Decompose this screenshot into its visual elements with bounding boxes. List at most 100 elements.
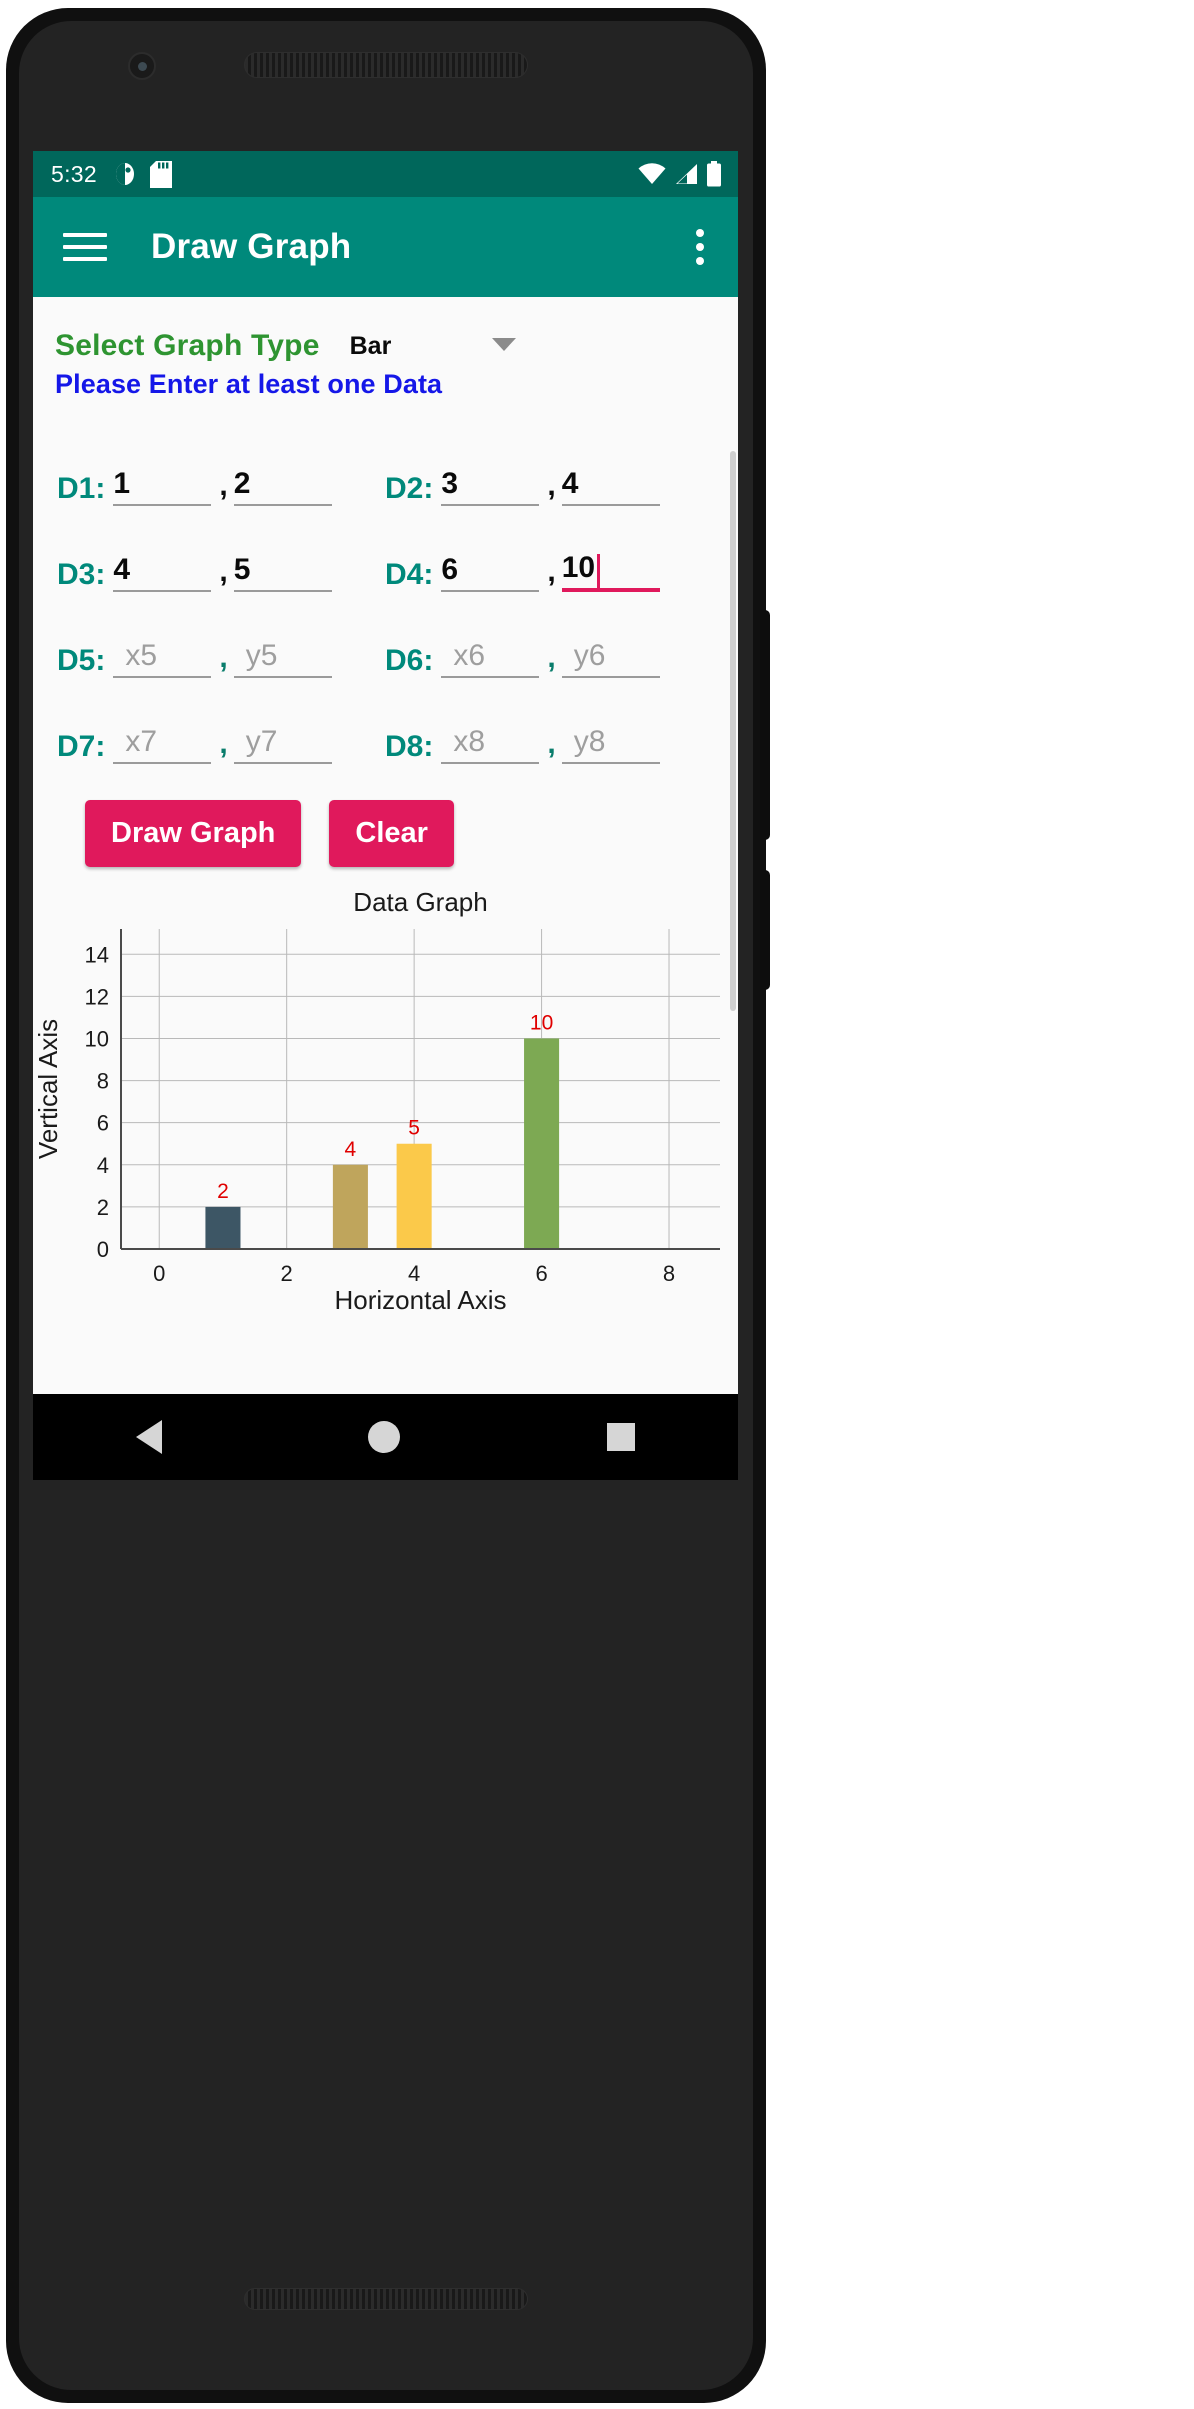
chevron-down-icon <box>491 337 516 351</box>
back-triangle-icon[interactable] <box>136 1420 163 1454</box>
svg-text:10: 10 <box>530 1011 553 1034</box>
input-d8-x-placeholder: x8 <box>453 725 486 758</box>
app-bar: Draw Graph <box>33 197 738 297</box>
validation-hint: Please Enter at least one Data <box>55 369 443 399</box>
input-d8-y[interactable]: y8 <box>561 724 660 764</box>
input-d7-x-placeholder: x7 <box>125 725 158 758</box>
system-navigation-bar <box>33 1394 738 1480</box>
data-pair-d6: D6: x6 , y6 <box>385 638 713 678</box>
data-pair-d1: D1: 1 , 2 <box>57 466 385 506</box>
data-pair-d4: D4: 6 , 10 <box>385 551 713 592</box>
phone-power-button <box>760 870 770 990</box>
svg-text:12: 12 <box>85 984 109 1009</box>
input-d5-y-placeholder: y5 <box>245 639 278 672</box>
input-d1-x[interactable]: 1 <box>113 466 212 506</box>
wifi-icon <box>638 163 666 185</box>
status-bar-system-icons <box>638 161 722 187</box>
input-d4-x[interactable]: 6 <box>441 552 540 592</box>
graph-type-spinner[interactable]: Bar <box>350 332 530 361</box>
separator-comma: , <box>219 555 228 588</box>
graph-type-selected-value: Bar <box>349 331 392 360</box>
front-camera <box>128 52 156 80</box>
graph-type-label: Select Graph Type <box>55 329 320 362</box>
data-label-d5: D5: <box>57 644 106 677</box>
input-d2-x[interactable]: 3 <box>441 466 540 506</box>
status-bar-clock: 5:32 <box>51 160 97 187</box>
data-entry-grid: D1: 1 , 2 D2: 3 , 4 D3: 4 , 5 D4: 6 , 10… <box>33 400 738 764</box>
input-d6-y[interactable]: y6 <box>561 638 660 678</box>
input-d2-x-value: 3 <box>441 467 459 500</box>
svg-text:8: 8 <box>97 1069 109 1094</box>
draw-graph-button[interactable]: Draw Graph <box>85 800 302 867</box>
data-pair-d3: D3: 4 , 5 <box>57 552 385 592</box>
svg-text:5: 5 <box>408 1117 420 1140</box>
hamburger-menu-icon[interactable] <box>63 230 107 264</box>
svg-text:2: 2 <box>217 1180 229 1203</box>
input-d5-x-placeholder: x5 <box>125 639 158 672</box>
input-d6-y-placeholder: y6 <box>573 639 606 672</box>
input-d8-y-placeholder: y8 <box>573 725 606 758</box>
input-d5-y[interactable]: y5 <box>233 638 332 678</box>
data-pair-d5: D5: x5 , y5 <box>57 638 385 678</box>
svg-text:4: 4 <box>345 1138 357 1161</box>
data-row: D3: 4 , 5 D4: 6 , 10 <box>33 506 738 592</box>
svg-text:0: 0 <box>153 1261 165 1286</box>
sd-card-icon <box>149 160 172 188</box>
clear-button[interactable]: Clear <box>329 800 454 867</box>
overflow-menu-icon[interactable] <box>684 225 716 269</box>
main-content: Select Graph Type Bar Please Enter at le… <box>33 297 738 1321</box>
svg-text:4: 4 <box>408 1261 420 1286</box>
input-d6-x-placeholder: x6 <box>453 639 486 672</box>
separator-comma: , <box>219 727 228 760</box>
data-label-d2: D2: <box>385 472 434 505</box>
earpiece-speaker <box>244 52 528 78</box>
separator-comma: , <box>219 469 228 502</box>
chart-title: Data Graph <box>353 887 487 917</box>
data-label-d1: D1: <box>57 472 106 505</box>
page-scrollbar[interactable] <box>730 451 736 1011</box>
input-d3-x-value: 4 <box>113 553 131 586</box>
separator-comma: , <box>547 555 556 588</box>
input-d6-x[interactable]: x6 <box>441 638 540 678</box>
input-d1-y-value: 2 <box>233 467 251 500</box>
svg-text:10: 10 <box>85 1026 109 1051</box>
input-d5-x[interactable]: x5 <box>113 638 212 678</box>
svg-text:6: 6 <box>97 1111 109 1136</box>
data-pair-d2: D2: 3 , 4 <box>385 466 713 506</box>
recents-square-icon[interactable] <box>606 1423 635 1451</box>
svg-text:2: 2 <box>97 1195 109 1220</box>
separator-comma: , <box>219 641 228 674</box>
page-title: Draw Graph <box>151 227 352 266</box>
input-d7-y-placeholder: y7 <box>245 725 278 758</box>
input-d2-y-value: 4 <box>561 467 579 500</box>
data-pair-d7: D7: x7 , y7 <box>57 724 385 764</box>
battery-icon <box>706 161 722 187</box>
chart-y-axis-label: Vertical Axis <box>33 1019 63 1159</box>
svg-text:0: 0 <box>97 1237 109 1262</box>
bottom-speaker <box>244 2288 528 2310</box>
chart-x-axis-label: Horizontal Axis <box>335 1285 507 1315</box>
data-label-d8: D8: <box>385 730 434 763</box>
input-d3-y[interactable]: 5 <box>233 552 332 592</box>
input-d3-x[interactable]: 4 <box>113 552 212 592</box>
input-d2-y[interactable]: 4 <box>561 466 660 506</box>
input-d1-y[interactable]: 2 <box>233 466 332 506</box>
input-d4-y[interactable]: 10 <box>561 551 660 592</box>
app-notification-icon <box>113 161 137 187</box>
input-d7-y[interactable]: y7 <box>233 724 332 764</box>
data-graph-chart: 2 4 5 10 0 2 4 6 8 10 12 14 0 2 4 6 8 Data Graph Horizonta… <box>33 881 738 1321</box>
data-label-d6: D6: <box>385 644 434 677</box>
action-buttons: Draw Graph Clear <box>33 764 738 867</box>
data-row: D1: 1 , 2 D2: 3 , 4 <box>33 420 738 506</box>
separator-comma: , <box>547 641 556 674</box>
input-d8-x[interactable]: x8 <box>441 724 540 764</box>
input-d4-x-value: 6 <box>441 553 459 586</box>
data-pair-d8: D8: x8 , y8 <box>385 724 713 764</box>
svg-text:8: 8 <box>663 1261 675 1286</box>
phone-screen: 5:32 Draw Graph Select Graph Type Bar Pl… <box>33 151 738 1394</box>
input-d7-x[interactable]: x7 <box>113 724 212 764</box>
separator-comma: , <box>547 469 556 502</box>
data-label-d3: D3: <box>57 558 106 591</box>
separator-comma: , <box>547 727 556 760</box>
home-circle-icon[interactable] <box>368 1421 401 1453</box>
